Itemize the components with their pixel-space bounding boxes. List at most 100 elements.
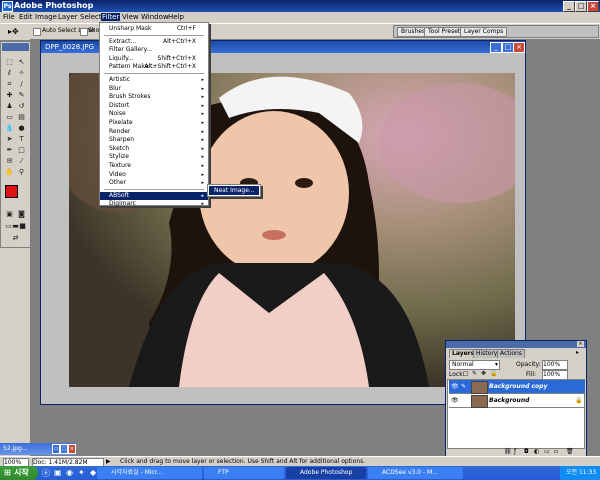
maximize-button[interactable]: □ — [575, 1, 587, 12]
blur-tool-icon[interactable]: 💧 — [4, 124, 15, 133]
filter-menu-item[interactable]: Unsharp Mask Ctrl+F — [100, 25, 208, 33]
adjustment-layer-icon[interactable]: ◐ — [534, 448, 539, 455]
link-layers-icon[interactable]: ⛓ — [504, 448, 512, 455]
lock-all-icon[interactable]: 🔒 — [490, 370, 497, 377]
shape-tool-icon[interactable]: □ — [16, 146, 27, 155]
restore-button[interactable]: ▭ — [52, 444, 60, 454]
foreground-color-swatch[interactable] — [5, 185, 18, 198]
notes-tool-icon[interactable]: ✉ — [4, 157, 15, 166]
filter-menu-item[interactable]: Sketch ▸ — [100, 145, 208, 153]
path-selection-icon[interactable]: ➤ — [4, 135, 15, 144]
taskbar-item-active[interactable]: Adobe Photoshop — [286, 467, 366, 479]
filter-menu-item[interactable]: Other ▸ — [100, 179, 208, 187]
visibility-eye-icon[interactable]: 👁 — [451, 383, 459, 390]
filter-menu-item[interactable]: Pattern Maker... Alt+Shift+Ctrl+X — [100, 63, 208, 71]
filter-menu-item[interactable]: Blur ▸ — [100, 85, 208, 93]
status-arrow-icon[interactable]: ▶ — [106, 458, 111, 465]
slice-tool-icon[interactable]: ∕ — [16, 80, 27, 89]
filter-menu-item[interactable]: Digimarc ▸ — [100, 200, 208, 208]
filter-menu-item[interactable]: Extract... Alt+Ctrl+X — [100, 38, 208, 46]
menu-select[interactable]: Select — [80, 13, 102, 21]
blend-mode-select[interactable]: Normal ▾ — [449, 360, 500, 370]
filter-menu-item[interactable]: Video ▸ — [100, 171, 208, 179]
filter-menu-item[interactable]: Filter Gallery... — [100, 46, 208, 54]
start-button[interactable]: ⊞ 시작 — [0, 466, 38, 480]
filter-menu-item[interactable]: ABSoft ▸ — [100, 191, 208, 200]
pen-tool-icon[interactable]: ✒ — [4, 146, 15, 155]
menu-filter[interactable]: Filter — [101, 13, 121, 21]
minimized-document[interactable]: 52.jpg... ▭ □ × — [0, 443, 76, 455]
move-tool-icon[interactable]: ↖ — [16, 58, 27, 67]
quicklaunch-desktop-icon[interactable]: ▣ — [54, 468, 62, 477]
marquee-tool-icon[interactable]: ⬚ — [4, 58, 15, 67]
minimize-button[interactable]: _ — [563, 1, 575, 12]
close-button[interactable]: × — [587, 1, 599, 12]
taskbar-item[interactable]: 시각자료실 - Micr... — [97, 467, 202, 479]
doc-close-button[interactable]: × — [513, 42, 525, 53]
layer-mask-icon[interactable]: ◘ — [524, 448, 529, 455]
full-screen-icon[interactable]: ■ — [17, 222, 28, 231]
trash-icon[interactable]: 🗑 — [566, 448, 574, 455]
brush-tool-icon[interactable]: ✎ — [16, 91, 27, 100]
filter-menu-item[interactable]: Brush Strokes ▸ — [100, 93, 208, 101]
zoom-tool-icon[interactable]: ⚲ — [16, 168, 27, 177]
menu-image[interactable]: Image — [35, 13, 57, 21]
quicklaunch-app-icon[interactable]: ✦ — [78, 468, 85, 477]
lock-position-icon[interactable]: ✥ — [481, 370, 486, 377]
quicklaunch-app-icon[interactable]: ◆ — [90, 468, 96, 477]
palette-close-button[interactable]: × — [577, 341, 584, 347]
tab-actions[interactable]: Actions — [497, 349, 525, 358]
close-button[interactable]: × — [68, 444, 76, 454]
new-layer-icon[interactable]: ▫ — [554, 448, 558, 455]
imageready-icon[interactable]: ⇄ — [10, 234, 21, 243]
menu-edit[interactable]: Edit — [19, 13, 33, 21]
eyedropper-icon[interactable]: ⁄ — [16, 157, 27, 166]
filter-menu-item[interactable]: Stylize ▸ — [100, 153, 208, 161]
filter-menu-item[interactable]: Artistic ▸ — [100, 76, 208, 84]
quick-mask-icon[interactable]: ◙ — [16, 210, 27, 219]
visibility-eye-icon[interactable]: 👁 — [451, 397, 459, 404]
submenu-neat-image[interactable]: Neat Image... — [209, 186, 259, 195]
type-tool-icon[interactable]: T — [16, 135, 27, 144]
crop-tool-icon[interactable]: ⌗ — [4, 80, 15, 89]
tab-layer-comps[interactable]: Layer Comps — [460, 27, 508, 37]
show-checkbox[interactable] — [80, 28, 88, 36]
doc-minimize-button[interactable]: _ — [490, 42, 502, 53]
taskbar-item[interactable]: FTP — [204, 467, 284, 479]
lasso-tool-icon[interactable]: ℓ — [4, 69, 15, 78]
eraser-tool-icon[interactable]: ▭ — [4, 113, 15, 122]
filter-menu-item[interactable]: Texture ▸ — [100, 162, 208, 170]
layer-row[interactable]: 👁 Background 🔒 — [449, 394, 585, 408]
filter-menu-item[interactable]: Pixelate ▸ — [100, 119, 208, 127]
hand-tool-icon[interactable]: ✋ — [4, 168, 15, 177]
layer-style-icon[interactable]: ƒ — [514, 448, 516, 455]
clone-stamp-icon[interactable]: ♟ — [4, 102, 15, 111]
filter-menu-item[interactable]: Liquify... Shift+Ctrl+X — [100, 55, 208, 63]
menu-view[interactable]: View — [122, 13, 139, 21]
lock-transparency-icon[interactable]: ▢ — [463, 370, 469, 377]
menu-layer[interactable]: Layer — [58, 13, 78, 21]
lock-image-icon[interactable]: ✎ — [472, 370, 477, 377]
menu-help[interactable]: Help — [168, 13, 184, 21]
menu-window[interactable]: Window — [141, 13, 169, 21]
gradient-tool-icon[interactable]: ▤ — [16, 113, 27, 122]
standard-mode-icon[interactable]: ▣ — [4, 210, 15, 219]
filter-menu-item[interactable]: Noise ▸ — [100, 110, 208, 118]
menu-file[interactable]: File — [3, 13, 15, 21]
filter-menu-item[interactable]: Distort ▸ — [100, 102, 208, 110]
healing-brush-icon[interactable]: ✚ — [4, 91, 15, 100]
magic-wand-icon[interactable]: ✧ — [16, 69, 27, 78]
auto-select-checkbox[interactable] — [33, 28, 41, 36]
new-group-icon[interactable]: ▭ — [544, 448, 550, 455]
quicklaunch-app-icon[interactable]: ◉ — [66, 468, 73, 477]
taskbar-item[interactable]: ACDSee v3.0 - M... — [368, 467, 463, 479]
quicklaunch-ie-icon[interactable]: ⓔ — [42, 468, 50, 479]
filter-menu-item[interactable]: Sharpen ▸ — [100, 136, 208, 144]
filter-menu-item[interactable]: Render ▸ — [100, 128, 208, 136]
history-brush-icon[interactable]: ↺ — [16, 102, 27, 111]
opacity-input[interactable]: 100% — [542, 360, 568, 370]
layer-row[interactable]: 👁 ✎ Background copy — [449, 380, 585, 394]
dodge-tool-icon[interactable]: ● — [16, 124, 27, 133]
palette-menu-icon[interactable]: ▸ — [576, 349, 579, 356]
maximize-button[interactable]: □ — [60, 444, 68, 454]
